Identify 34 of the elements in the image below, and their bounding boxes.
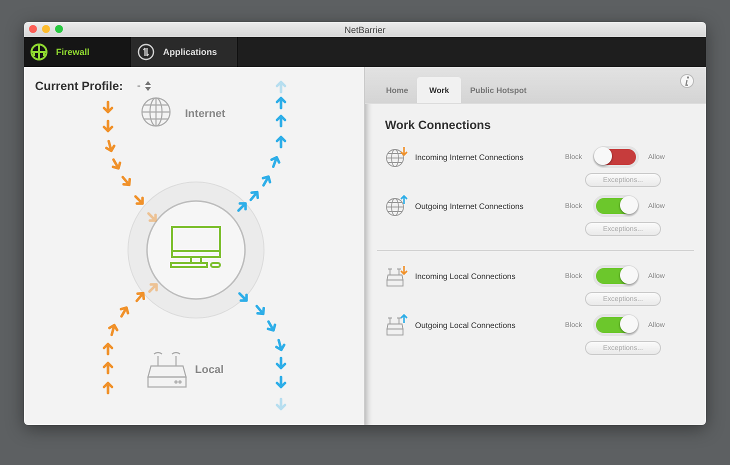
info-icon (683, 76, 691, 86)
connection-label: Incoming Local Connections (415, 272, 517, 280)
zoom-button[interactable] (55, 25, 63, 33)
profile-selector[interactable]: - (137, 80, 151, 92)
minimize-button[interactable] (42, 25, 50, 33)
internet-label: Internet (185, 108, 226, 120)
main-tab[interactable]: Applications (131, 37, 238, 67)
app-circle-icon (137, 43, 155, 61)
computer-icon (170, 226, 221, 268)
connection-label: Outgoing Internet Connections (415, 202, 525, 210)
window-title: NetBarrier (344, 24, 386, 34)
crosshair-icon (30, 43, 48, 61)
router-arrow-icon (385, 265, 409, 287)
router-arrow-icon (385, 314, 409, 336)
allow-toggle[interactable] (596, 317, 636, 333)
profile-tab[interactable]: Home (377, 77, 418, 103)
allow-toggle[interactable] (596, 268, 636, 284)
connection-label: Outgoing Local Connections (415, 320, 517, 330)
profile-tab[interactable]: Work (417, 77, 462, 103)
allow-toggle[interactable] (596, 149, 636, 165)
local-label: Local (195, 364, 224, 376)
main-tab[interactable]: Firewall (24, 37, 131, 67)
close-button[interactable] (29, 25, 37, 33)
info-button[interactable] (680, 74, 694, 88)
globe-arrow-icon (385, 195, 409, 217)
connection-label: Incoming Internet Connections (415, 152, 525, 162)
router-icon (147, 352, 187, 388)
globe-icon (141, 97, 171, 127)
profile-tab[interactable]: Public Hotspot (461, 77, 536, 103)
stepper-icon (144, 81, 151, 91)
allow-toggle[interactable] (596, 198, 636, 214)
globe-arrow-icon (385, 146, 409, 168)
section-heading: Work Connections (385, 118, 492, 132)
profile-label: Current Profile: (35, 79, 124, 93)
